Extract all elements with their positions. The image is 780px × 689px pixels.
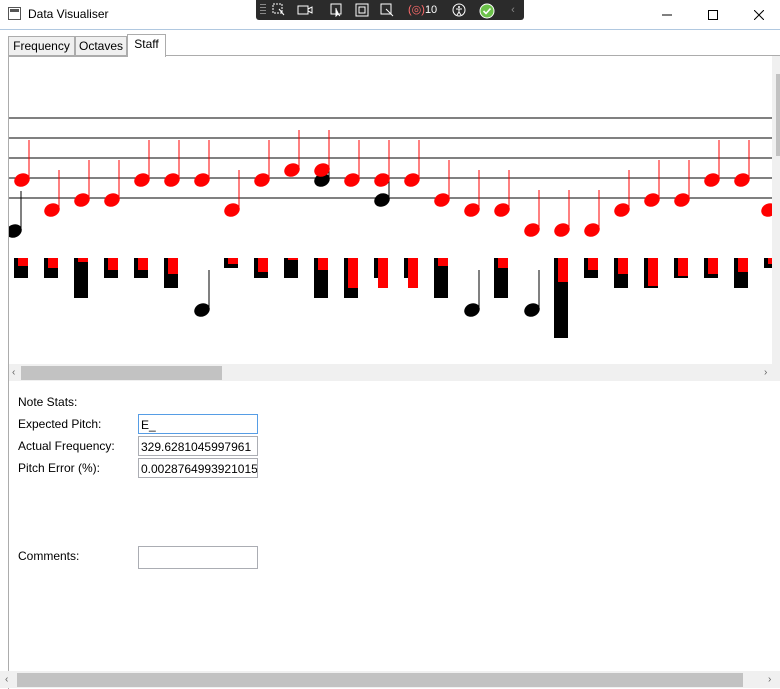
pointer-select-icon[interactable]	[328, 2, 346, 18]
minimize-icon	[662, 14, 672, 15]
close-button[interactable]	[736, 0, 780, 29]
pitch-error-label: Pitch Error (%):	[18, 461, 101, 475]
comments-label: Comments:	[18, 549, 80, 563]
layout-adorner-icon[interactable]	[353, 2, 371, 18]
collapse-chevron-icon[interactable]: ‹	[504, 2, 522, 18]
tab-staff[interactable]: Staff	[127, 34, 166, 57]
error-bar-red	[378, 258, 388, 288]
binding-failures-icon: (◎)	[408, 4, 425, 16]
drag-grip-icon[interactable]	[260, 4, 266, 16]
title-bar: Data Visualiser (◎)10 ‹	[0, 0, 780, 30]
error-bar-red	[168, 258, 178, 274]
window-scroll-right-icon[interactable]: ›	[768, 674, 771, 685]
close-icon	[754, 9, 764, 20]
staff-lines	[9, 117, 773, 199]
select-element-icon[interactable]	[270, 2, 288, 18]
pitch-error-field[interactable]: 0.0028764993921015542	[138, 458, 258, 478]
error-bar-red	[318, 258, 328, 270]
error-bar-red	[228, 258, 238, 264]
maximize-icon	[708, 9, 718, 20]
error-bar-red	[258, 258, 268, 272]
actual-frequency-label: Actual Frequency:	[18, 439, 115, 453]
track-focus-icon[interactable]	[378, 2, 396, 18]
check-status-icon[interactable]	[478, 2, 496, 19]
app-icon	[8, 7, 21, 20]
error-bar-red	[288, 258, 298, 260]
staff-canvas	[9, 56, 773, 364]
error-bar-black	[74, 258, 88, 298]
staff-vertical-scroll-thumb[interactable]	[776, 74, 780, 156]
minimize-button[interactable]	[644, 0, 690, 29]
error-bar-red	[108, 258, 118, 270]
comments-field[interactable]	[138, 546, 258, 569]
tab-frequency[interactable]: Frequency	[8, 36, 75, 57]
error-bar-red	[558, 258, 568, 282]
staff-horizontal-scroll-thumb[interactable]	[21, 366, 222, 380]
note-stats-heading: Note Stats:	[18, 395, 78, 409]
note-head[interactable]	[759, 201, 773, 220]
expected-pitch-field[interactable]: E_	[138, 414, 258, 434]
error-bar-red	[708, 258, 718, 274]
error-bar-red	[648, 258, 658, 286]
error-bar-red	[498, 258, 508, 268]
binding-failures-counter[interactable]: (◎)10	[408, 2, 444, 18]
error-bar-red	[438, 258, 448, 266]
maximize-button[interactable]	[690, 0, 736, 29]
actual-frequency-field[interactable]: 329.6281045997961	[138, 436, 258, 456]
error-bar-red	[348, 258, 358, 288]
error-bar-red	[588, 258, 598, 270]
scroll-right-icon[interactable]: ›	[764, 367, 767, 378]
note-head[interactable]	[9, 222, 24, 241]
error-bar-red	[138, 258, 148, 270]
error-bar-red	[18, 258, 28, 266]
error-bar-red	[408, 258, 418, 288]
window-scroll-left-icon[interactable]: ‹	[5, 674, 8, 685]
error-bar-black	[284, 258, 298, 278]
error-bar-red	[78, 258, 88, 262]
error-bar-red	[678, 258, 688, 276]
window-title: Data Visualiser	[28, 7, 109, 21]
error-bar-red	[618, 258, 628, 274]
staff-drawing	[9, 117, 773, 338]
error-bar-red	[738, 258, 748, 272]
accessibility-icon[interactable]	[450, 2, 468, 18]
video-icon[interactable]	[296, 2, 314, 18]
error-bar-red	[48, 258, 58, 268]
window-horizontal-scroll-thumb[interactable]	[17, 673, 743, 687]
expected-pitch-label: Expected Pitch:	[18, 417, 102, 431]
debug-toolbar: (◎)10 ‹	[256, 0, 524, 20]
scroll-left-icon[interactable]: ‹	[12, 367, 15, 378]
error-bars	[14, 258, 773, 338]
tab-octaves[interactable]: Octaves	[75, 36, 127, 57]
